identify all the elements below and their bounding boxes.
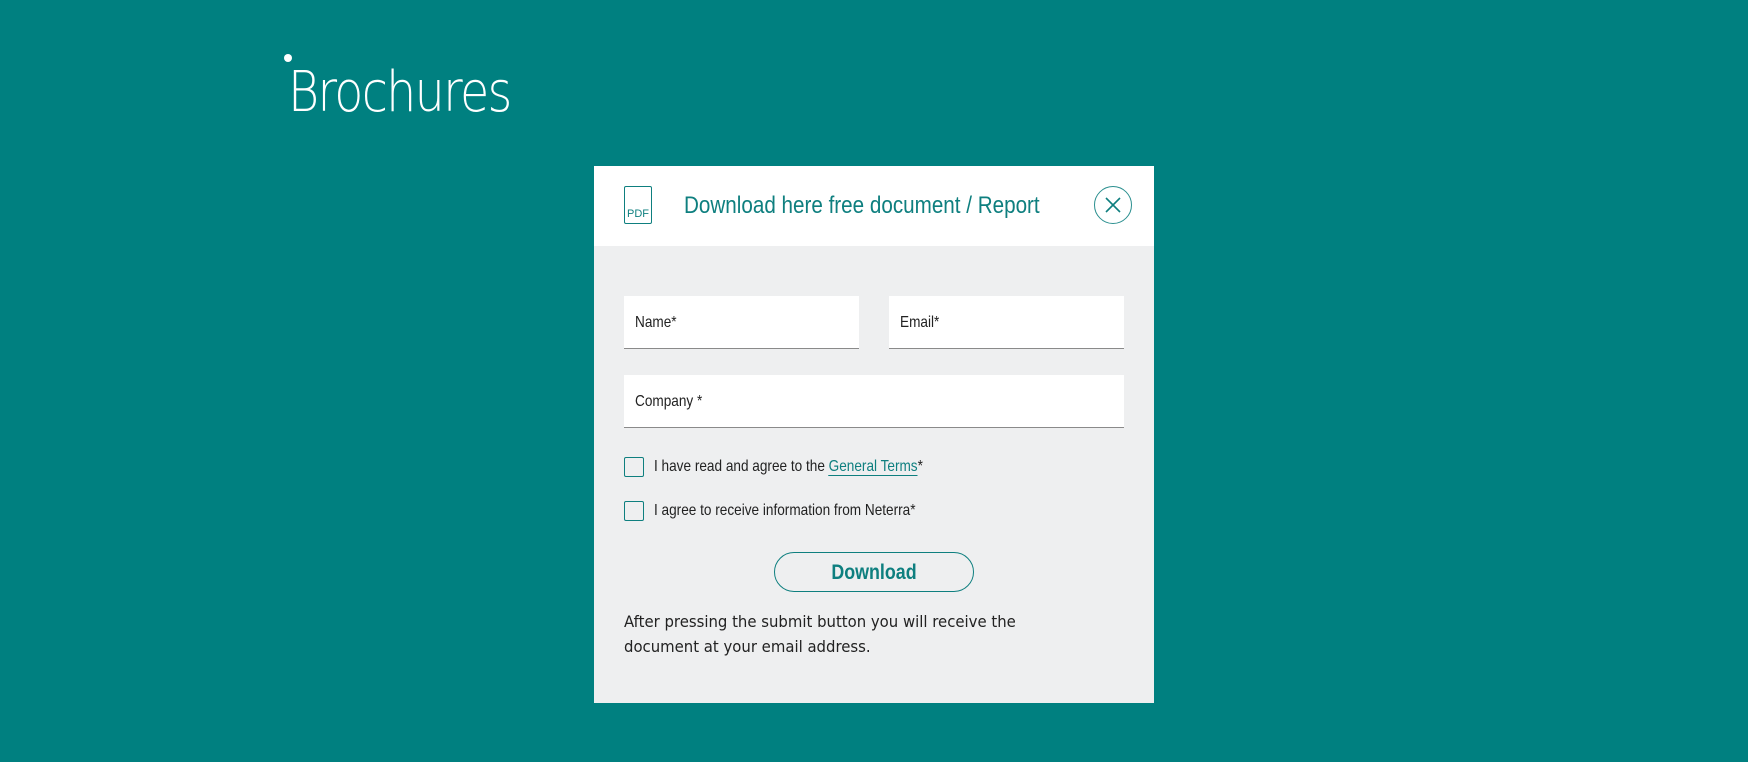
modal-header: PDF Download here free document / Report [594, 166, 1154, 246]
pdf-icon-label: PDF [627, 208, 649, 220]
close-button[interactable] [1094, 186, 1132, 224]
company-field-label: Company * [635, 393, 703, 410]
download-button[interactable]: Download [774, 552, 974, 592]
company-field[interactable]: Company * [624, 375, 1124, 428]
email-field-label: Email* [900, 314, 940, 331]
modal-title: Download here free document / Report [684, 192, 1040, 219]
download-button-label: Download [831, 560, 917, 584]
pdf-file-icon: PDF [624, 186, 652, 224]
submit-note: After pressing the submit button you wil… [624, 612, 1016, 656]
download-modal: PDF Download here free document / Report… [594, 166, 1154, 703]
terms-consent-text: I have read and agree to the General Ter… [654, 458, 923, 476]
close-icon [1105, 197, 1121, 213]
email-field[interactable]: Email* [889, 296, 1124, 349]
terms-required-mark: * [917, 458, 923, 475]
info-consent-text: I agree to receive information from Nete… [654, 502, 916, 519]
info-checkbox[interactable] [624, 501, 644, 521]
terms-prefix-text: I have read and agree to the [654, 458, 829, 475]
general-terms-link[interactable]: General Terms [828, 458, 918, 476]
name-field[interactable]: Name* [624, 296, 859, 349]
page-title: Brochures [288, 60, 512, 125]
terms-checkbox[interactable] [624, 457, 644, 477]
name-field-label: Name* [635, 314, 677, 331]
